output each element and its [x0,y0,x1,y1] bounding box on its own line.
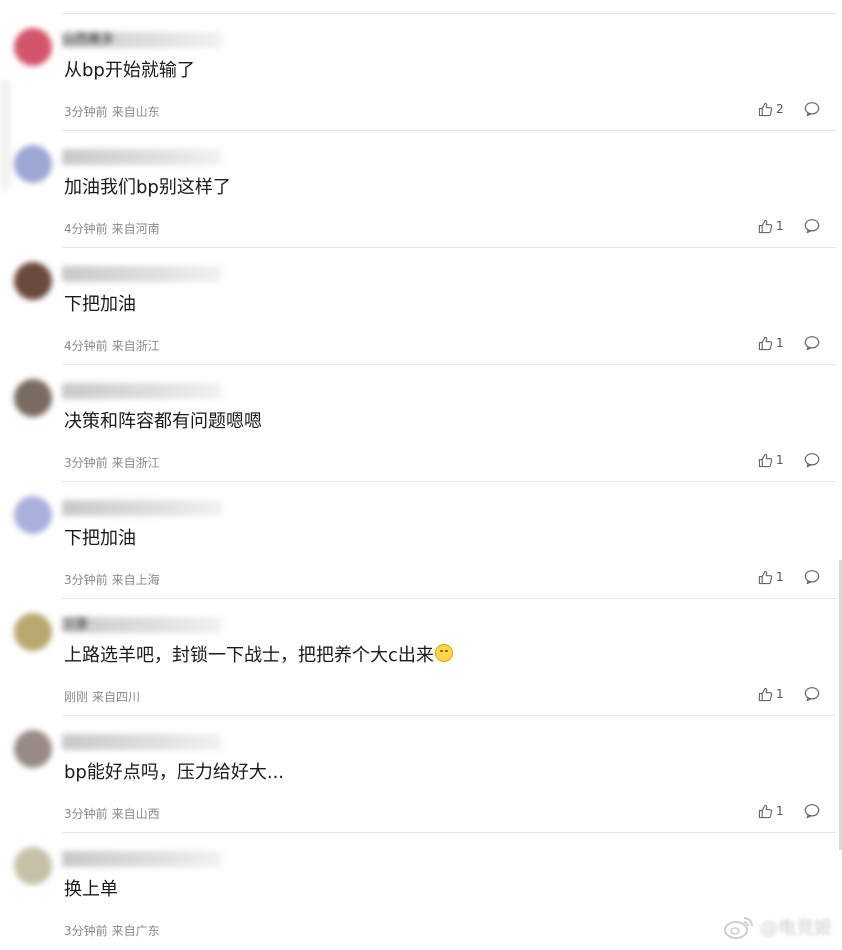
comment-actions: 1 [758,683,820,705]
thumbs-up-icon[interactable] [758,453,773,468]
username[interactable]: 山西雁多 [62,32,222,48]
comment-text: bp能好点吗，压力给好大... [64,760,284,786]
comment-time: 3分钟前 [64,924,108,938]
comment-location: 来自广东 [111,924,160,938]
like-count: 1 [776,804,784,818]
like-count: 1 [776,336,784,350]
comment-text: 换上单 [64,877,118,903]
avatar[interactable] [14,28,52,66]
like-count: 1 [776,570,784,584]
comment-text-body: 决策和阵容都有问题嗯嗯 [64,411,262,432]
comment-actions: 1 [758,800,820,822]
comment-meta: 3分钟前 来自山西 [64,805,160,822]
comment-item[interactable]: 换上单 3分钟前 来自广东 [0,833,842,950]
thumbs-up-icon[interactable] [758,102,773,117]
weibo-logo-icon [724,917,753,939]
thumbs-up-icon[interactable] [758,219,773,234]
comment-bubble-icon[interactable] [804,452,820,468]
thumbs-up-icon[interactable] [758,570,773,585]
comment-meta: 3分钟前 来自浙江 [64,454,160,471]
comment-meta: 3分钟前 来自山东 [64,103,160,120]
username[interactable]: 汉堡 [62,617,222,633]
comment-item[interactable]: 加油我们bp别这样了 4分钟前 来自河南 1 [0,131,842,248]
username[interactable] [62,851,222,867]
comment-time: 4分钟前 [64,222,108,236]
comment-feed: 山西雁多 从bp开始就输了 3分钟前 来自山东 2 加油我们bp别这样了 4分钟前 来自河南 1… [0,0,842,946]
comment-text: 上路选羊吧，封锁一下战士，把把养个大c出来 [64,643,453,669]
comment-text-body: 加油我们bp别这样了 [64,177,231,198]
comment-item[interactable]: 下把加油 3分钟前 来自上海 1 [0,482,842,599]
comment-location: 来自河南 [111,222,160,236]
username[interactable] [62,149,222,165]
watermark: @电竞姬 [722,914,832,940]
avatar[interactable] [14,613,52,651]
comment-text-body: 下把加油 [64,528,136,549]
like-count: 1 [776,453,784,467]
avatar[interactable] [14,379,52,417]
like-count: 1 [776,687,784,701]
avatar[interactable] [14,496,52,534]
comment-actions: 2 [758,98,820,120]
comment-item[interactable]: 决策和阵容都有问题嗯嗯 3分钟前 来自浙江 1 [0,365,842,482]
comment-text-body: 从bp开始就输了 [64,60,195,81]
comment-text: 从bp开始就输了 [64,58,195,84]
comment-text: 下把加油 [64,526,136,552]
comment-text-body: 上路选羊吧，封锁一下战士，把把养个大c出来 [64,645,434,666]
thumbs-up-icon[interactable] [758,687,773,702]
comment-time: 4分钟前 [64,339,108,353]
comment-item[interactable]: bp能好点吗，压力给好大... 3分钟前 来自山西 1 [0,716,842,833]
comment-location: 来自浙江 [111,339,160,353]
comment-bubble-icon[interactable] [804,101,820,117]
comment-bubble-icon[interactable] [804,218,820,234]
username[interactable] [62,383,222,399]
comment-text: 决策和阵容都有问题嗯嗯 [64,409,262,435]
username[interactable] [62,266,222,282]
comment-meta: 3分钟前 来自广东 [64,922,160,939]
comment-bubble-icon[interactable] [804,335,820,351]
comment-time: 3分钟前 [64,807,108,821]
watermark-text: @电竞姬 [760,918,832,939]
comment-text-body: 下把加油 [64,294,136,315]
comment-item[interactable]: 下把加油 4分钟前 来自浙江 1 [0,248,842,365]
comment-meta: 4分钟前 来自河南 [64,220,160,237]
comment-time: 3分钟前 [64,573,108,587]
comment-location: 来自上海 [111,573,160,587]
comment-bubble-icon[interactable] [804,686,820,702]
comment-time: 3分钟前 [64,105,108,119]
comment-meta: 3分钟前 来自上海 [64,571,160,588]
comment-text: 加油我们bp别这样了 [64,175,231,201]
comment-text: 下把加油 [64,292,136,318]
thumbs-up-icon[interactable] [758,336,773,351]
comment-bubble-icon[interactable] [804,569,820,585]
comment-location: 来自山东 [111,105,160,119]
avatar[interactable] [14,730,52,768]
comment-meta: 4分钟前 来自浙江 [64,337,160,354]
sad-face-emoji-icon [434,644,453,662]
comment-actions: 1 [758,449,820,471]
comment-bubble-icon[interactable] [804,803,820,819]
comment-time: 3分钟前 [64,456,108,470]
like-count: 2 [776,102,784,116]
comment-location: 来自四川 [92,690,141,704]
username[interactable] [62,734,222,750]
comment-text-body: 换上单 [64,879,118,900]
avatar[interactable] [14,847,52,885]
comment-actions: 1 [758,215,820,237]
comment-item[interactable]: 山西雁多从bp开始就输了 3分钟前 来自山东 2 [0,14,842,131]
comment-time: 刚刚 [64,690,89,704]
comment-item[interactable]: 汉堡上路选羊吧，封锁一下战士，把把养个大c出来刚刚 来自四川 1 [0,599,842,716]
comment-meta: 刚刚 来自四川 [64,688,140,705]
comment-actions: 1 [758,332,820,354]
comment-actions: 1 [758,566,820,588]
like-count: 1 [776,219,784,233]
avatar[interactable] [14,145,52,183]
comment-location: 来自浙江 [111,456,160,470]
comment-location: 来自山西 [111,807,160,821]
thumbs-up-icon[interactable] [758,804,773,819]
comment-text-body: bp能好点吗，压力给好大... [64,762,285,783]
username[interactable] [62,500,222,516]
avatar[interactable] [14,262,52,300]
